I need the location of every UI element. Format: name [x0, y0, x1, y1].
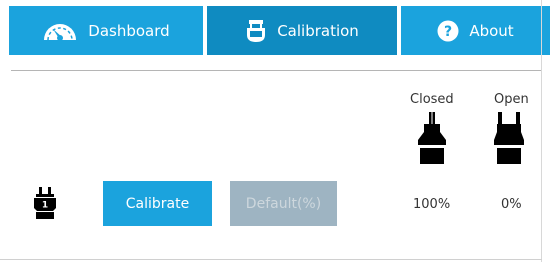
default-percent-button: Default(%)	[230, 181, 337, 226]
svg-text:?: ?	[444, 24, 452, 40]
tab-about[interactable]: ? About	[401, 6, 550, 55]
tab-bar: Dashboard Calibration ? About	[0, 0, 550, 55]
panel-border-bottom	[0, 259, 542, 260]
tab-dashboard-label: Dashboard	[88, 21, 170, 40]
gripper-closed-icon	[414, 110, 450, 170]
column-header-closed: Closed	[410, 92, 454, 107]
closed-value: 100%	[413, 197, 451, 212]
gripper-1-icon: 1	[33, 186, 57, 224]
tab-calibration-label: Calibration	[277, 21, 359, 40]
tab-about-label: About	[469, 21, 514, 40]
calibrate-button[interactable]: Calibrate	[103, 181, 212, 226]
tab-dashboard[interactable]: Dashboard	[9, 6, 203, 55]
gripper-number: 1	[42, 201, 48, 211]
gauge-icon	[42, 21, 78, 41]
question-circle-icon: ?	[437, 20, 459, 42]
divider	[11, 70, 541, 71]
open-value: 0%	[501, 197, 522, 212]
gripper-icon	[245, 19, 267, 43]
panel-border-right	[541, 0, 542, 262]
column-header-open: Open	[494, 92, 529, 107]
gripper-open-icon	[491, 110, 527, 170]
tab-calibration[interactable]: Calibration	[207, 6, 397, 55]
